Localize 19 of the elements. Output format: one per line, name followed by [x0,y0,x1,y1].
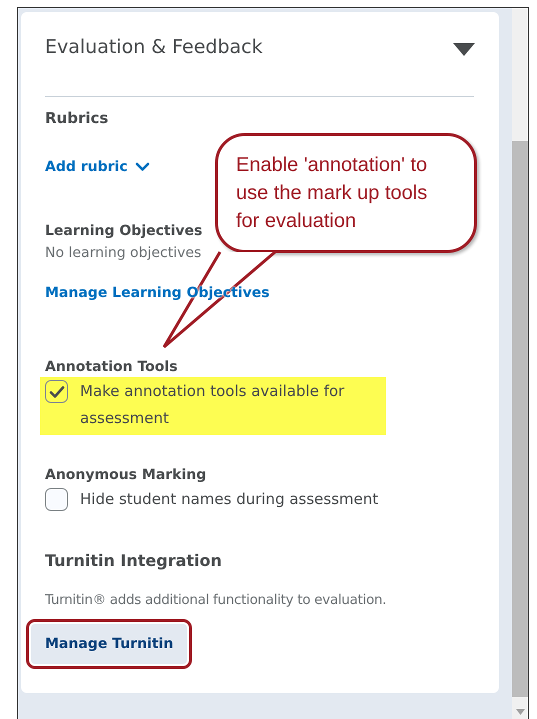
manage-turnitin-button[interactable]: Manage Turnitin [31,624,188,664]
checkbox-label: Make annotation tools available for assessment [80,381,346,429]
section-heading: Rubrics [45,109,110,127]
objectives-status: No learning objectives [45,245,202,261]
chevron-down-icon[interactable] [134,162,150,172]
checkbox[interactable] [45,380,68,403]
section-heading: Learning Objectives [45,223,202,239]
callout-text: Enable 'annotation' to use the mark up tools for evaluation [236,153,428,234]
section-heading: Turnitin Integration [45,551,222,570]
scrollbar-thumb[interactable] [512,141,528,697]
checkbox-label: Hide student names during assessment [80,489,378,510]
panel-title: Evaluation & Feedback [45,35,263,60]
checkbox[interactable] [45,488,68,511]
section-heading: Annotation Tools [45,359,179,375]
checkmark-icon [48,384,64,398]
section-heading: Anonymous Marking [45,467,208,483]
turnitin-description: Turnitin® adds additional functionality to evaluation. [45,592,386,608]
collapse-triangle-icon[interactable] [453,43,475,56]
add-rubric-link[interactable]: Add rubric [45,159,128,175]
